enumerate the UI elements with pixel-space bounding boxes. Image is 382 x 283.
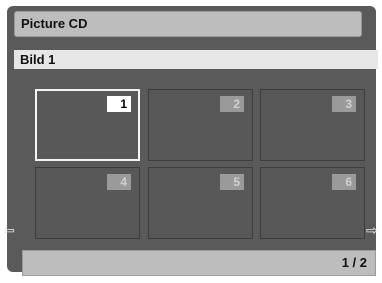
picture-name: Bild 1	[14, 50, 378, 69]
page-indicator: 1 / 2	[22, 250, 376, 276]
thumbnail-number: 5	[220, 174, 244, 190]
thumbnail-number: 4	[107, 174, 131, 190]
thumbnail-6[interactable]: 6	[260, 167, 365, 239]
thumbnail-3[interactable]: 3	[260, 89, 365, 161]
thumbnail-1[interactable]: 1	[35, 89, 140, 161]
page-title: Picture CD	[14, 11, 362, 37]
thumbnail-2[interactable]: 2	[148, 89, 253, 161]
thumbnail-number: 3	[332, 96, 356, 112]
thumbnail-number: 1	[107, 96, 131, 112]
thumbnail-number: 6	[332, 174, 356, 190]
thumbnail-5[interactable]: 5	[148, 167, 253, 239]
left-arrow-icon[interactable]: ⇦	[3, 224, 15, 238]
thumbnail-number: 2	[220, 96, 244, 112]
thumbnail-4[interactable]: 4	[35, 167, 140, 239]
right-arrow-icon[interactable]: ⇨	[366, 224, 378, 238]
